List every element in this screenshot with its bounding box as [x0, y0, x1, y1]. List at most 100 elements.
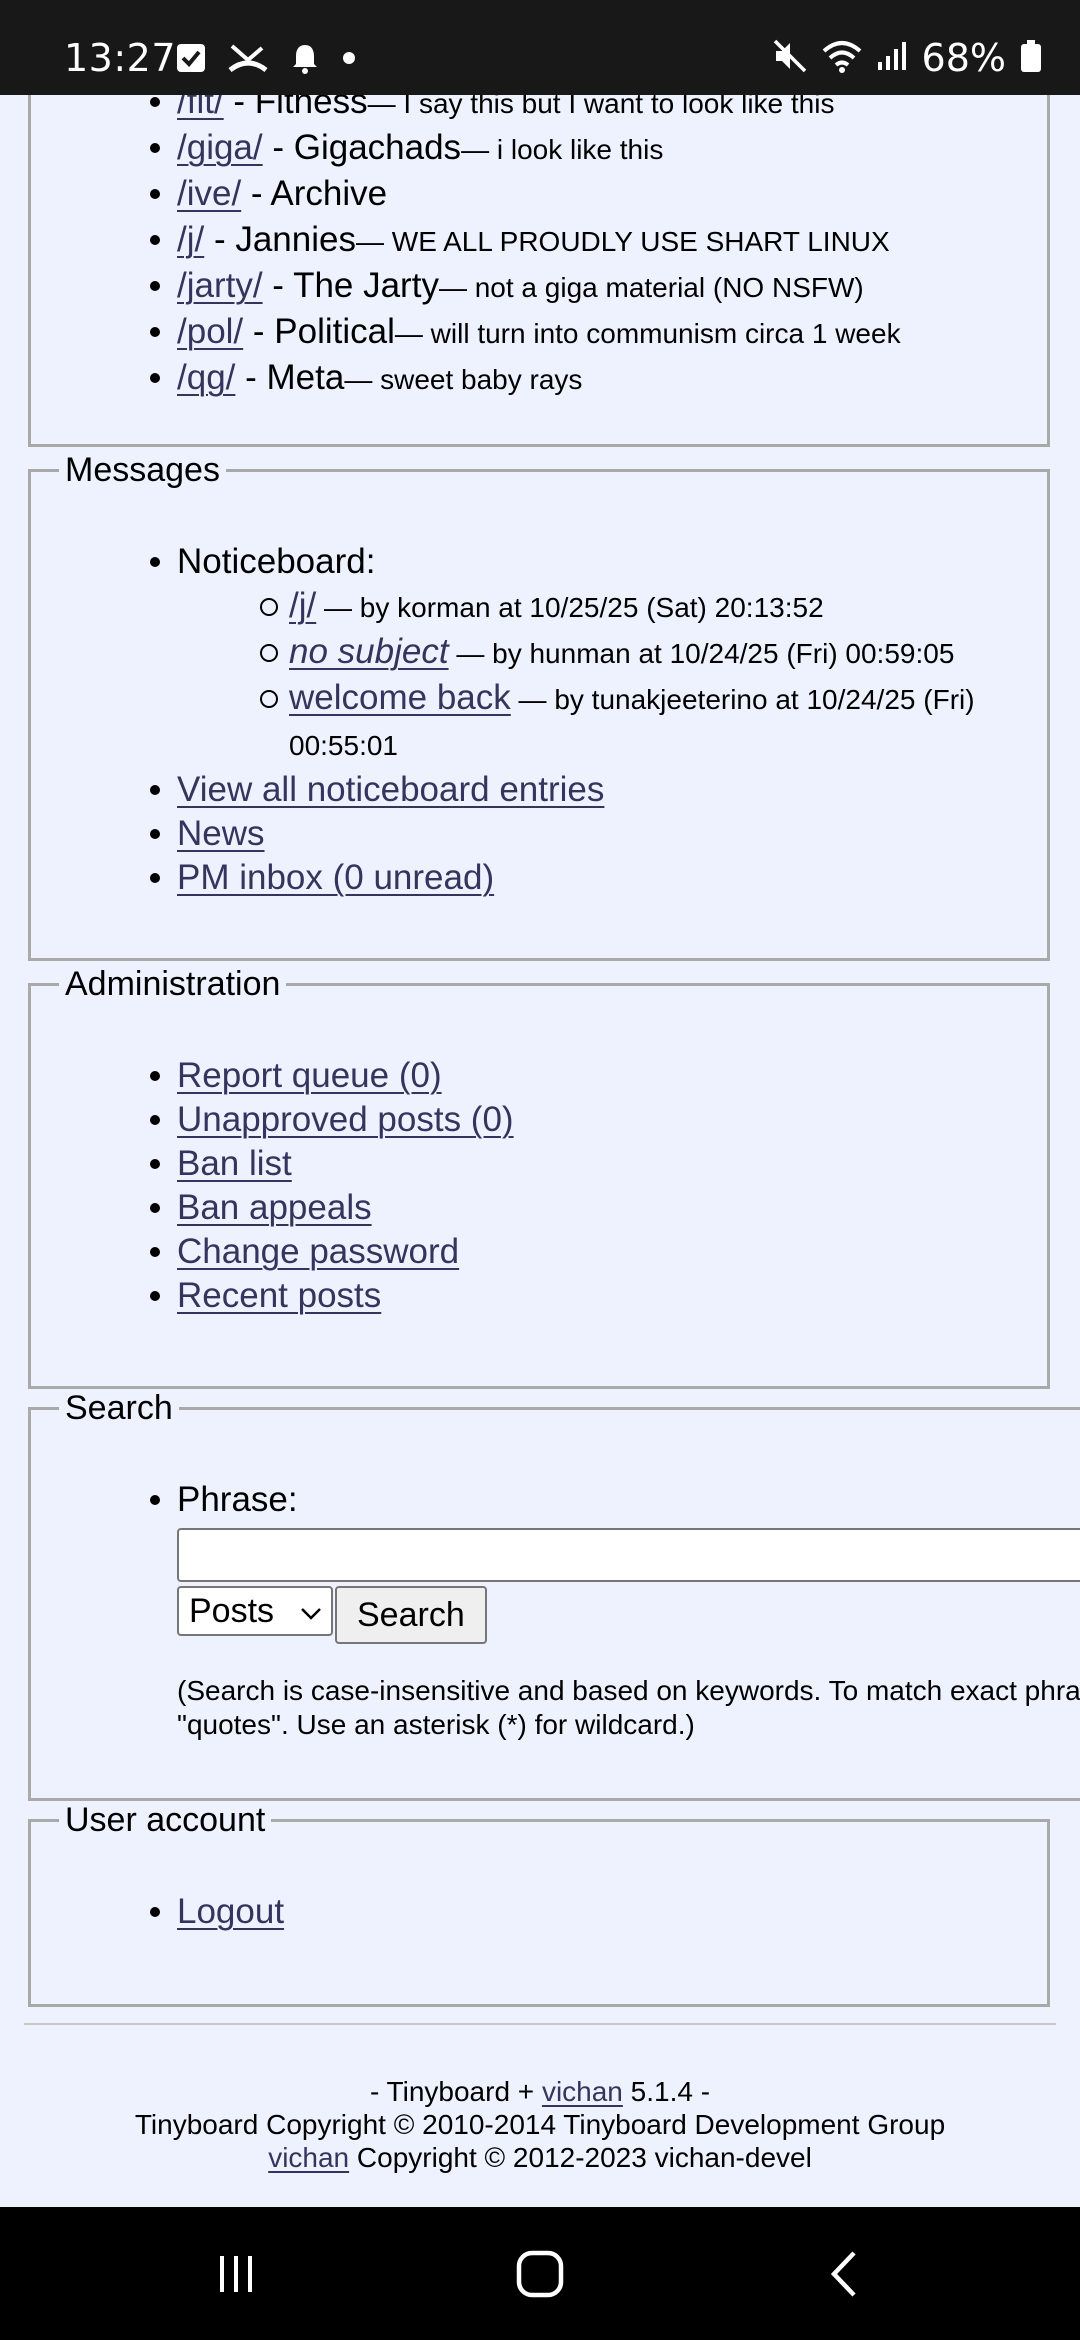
clock: 13:27: [64, 36, 177, 80]
recent-apps-icon[interactable]: [206, 2247, 266, 2301]
wifi-icon: [822, 39, 862, 78]
board-description: — sweet baby rays: [344, 364, 583, 395]
list-item: View all noticeboard entries: [150, 768, 1047, 812]
search-type-value: Posts: [189, 1592, 275, 1630]
board-link[interactable]: /fit/: [177, 95, 224, 121]
board-link[interactable]: /giga/: [177, 128, 263, 167]
user-account-legend: User account: [65, 1801, 266, 1839]
navigation-bar: [0, 2207, 1080, 2340]
list-item: Logout: [150, 1890, 1047, 1934]
list-item: Change password: [150, 1230, 1047, 1274]
ban-appeals-link[interactable]: Ban appeals: [177, 1188, 372, 1227]
mute-icon: [772, 38, 808, 79]
news-link[interactable]: News: [177, 814, 265, 853]
board-item: /j/ - Jannies— WE ALL PROUDLY USE SHART …: [150, 218, 1047, 264]
board-item: /giga/ - Gigachads— i look like this: [150, 126, 1047, 172]
board-description: — WE ALL PROUDLY USE SHART LINUX: [355, 226, 890, 257]
noticeboard-entries: /j/ — by korman at 10/25/25 (Sat) 20:13:…: [177, 584, 1047, 768]
board-description: — I say this but I want to look like thi…: [367, 95, 835, 119]
footer-version-line: - Tinyboard + vichan 5.1.4 -: [369, 2076, 711, 2107]
board-item: /fit/ - Fitness— I say this but I want t…: [150, 95, 1047, 126]
notification-icons: [176, 42, 356, 79]
unapproved-posts-link[interactable]: Unapproved posts (0): [177, 1100, 514, 1139]
view-all-noticeboard-link[interactable]: View all noticeboard entries: [177, 770, 604, 809]
noticeboard-label: Noticeboard:: [177, 542, 376, 581]
phrase-input[interactable]: [177, 1528, 1080, 1582]
home-icon[interactable]: [510, 2247, 570, 2301]
footer-copyright-line: Tinyboard Copyright © 2010-2014 Tinyboar…: [134, 2109, 946, 2140]
chevron-down-icon: [299, 1589, 323, 1633]
pm-inbox-link[interactable]: PM inbox (0 unread): [177, 858, 494, 897]
noticeboard-entry-meta: — by korman at 10/25/25 (Sat) 20:13:52: [316, 592, 824, 623]
board-description: — not a giga material (NO NSFW): [438, 272, 864, 303]
boards-box: /fit/ - Fitness— I say this but I want t…: [28, 95, 1050, 447]
board-item: /jarty/ - The Jarty— not a giga material…: [150, 264, 1047, 310]
board-description: — will turn into communism circa 1 week: [394, 318, 901, 349]
messages-box: Messages Noticeboard: /j/ — by korman at…: [28, 451, 1050, 961]
administration-list: Report queue (0) Unapproved posts (0) Ban …: [31, 1054, 1047, 1318]
search-list: Phrase: Posts Search (Search is case-ins…: [31, 1478, 1080, 1742]
logout-link[interactable]: Logout: [177, 1892, 284, 1931]
list-item: Unapproved posts (0): [150, 1098, 1047, 1142]
board-list: /fit/ - Fitness— I say this but I want t…: [31, 95, 1047, 402]
list-item: News: [150, 812, 1047, 856]
missed-call-icon: [228, 42, 268, 79]
back-icon[interactable]: [818, 2247, 868, 2301]
list-item: Report queue (0): [150, 1054, 1047, 1098]
board-title: Meta: [266, 358, 345, 397]
ban-list-link[interactable]: Ban list: [177, 1144, 292, 1183]
user-account-list: Logout: [31, 1890, 1047, 1934]
signal-icon: [876, 40, 908, 77]
search-type-select[interactable]: Posts: [177, 1586, 333, 1636]
phrase-label: Phrase:: [177, 1480, 298, 1519]
dot-icon: [342, 51, 356, 70]
board-link[interactable]: /jarty/: [177, 266, 263, 305]
footer-divider: [24, 2023, 1056, 2025]
noticeboard-entry-link[interactable]: no subject: [289, 632, 449, 671]
board-link[interactable]: /ive/: [177, 174, 241, 213]
board-item: /pol/ - Political— will turn into commun…: [150, 310, 1047, 356]
status-bar: 13:27 68%: [0, 0, 1080, 95]
messages-list: Noticeboard: /j/ — by korman at 10/25/25…: [31, 540, 1047, 900]
search-legend: Search: [65, 1389, 173, 1427]
battery-level: 68%: [921, 36, 1006, 80]
board-link[interactable]: /pol/: [177, 312, 243, 351]
messages-legend: Messages: [65, 451, 220, 489]
footer-vichan-line: vichan Copyright © 2012-2023 vichan-deve…: [268, 2142, 812, 2173]
board-title: Jannies: [235, 220, 356, 259]
change-password-link[interactable]: Change password: [177, 1232, 459, 1271]
noticeboard-entry: welcome back — by tunakjeeterino at 10/2…: [260, 676, 1047, 768]
footer: - Tinyboard + vichan 5.1.4 - Tinyboard C…: [0, 2075, 1080, 2174]
board-title: Archive: [270, 174, 388, 213]
noticeboard-entry: /j/ — by korman at 10/25/25 (Sat) 20:13:…: [260, 584, 1047, 630]
battery-icon: [1020, 39, 1042, 78]
search-box: Search Phrase: Posts Search (Search is c…: [28, 1389, 1080, 1801]
board-title: Gigachads: [293, 128, 462, 167]
noticeboard-item: Noticeboard: /j/ — by korman at 10/25/25…: [150, 540, 1047, 768]
checkbox-icon: [176, 43, 206, 78]
list-item: Recent posts: [150, 1274, 1047, 1318]
noticeboard-entry-link[interactable]: welcome back: [289, 678, 511, 717]
search-note: (Search is case-insensitive and based on…: [177, 1675, 1080, 1740]
administration-box: Administration Report queue (0) Unapprove…: [28, 965, 1050, 1389]
board-description: — i look like this: [461, 134, 664, 165]
noticeboard-entry-link[interactable]: /j/: [289, 586, 316, 625]
board-title: Political: [274, 312, 395, 351]
list-item: PM inbox (0 unread): [150, 856, 1047, 900]
bell-icon: [290, 42, 320, 79]
board-link[interactable]: /qg/: [177, 358, 235, 397]
list-item: Ban appeals: [150, 1186, 1047, 1230]
board-link[interactable]: /j/: [177, 220, 204, 259]
user-account-box: User account Logout: [28, 1801, 1050, 2007]
board-item: /qg/ - Meta— sweet baby rays: [150, 356, 1047, 402]
board-title: Fitness: [254, 95, 368, 121]
vichan-copyright-link[interactable]: vichan: [268, 2142, 349, 2173]
search-button[interactable]: Search: [335, 1586, 487, 1644]
list-item: Ban list: [150, 1142, 1047, 1186]
vichan-link[interactable]: vichan: [542, 2076, 623, 2107]
report-queue-link[interactable]: Report queue (0): [177, 1056, 442, 1095]
page-content: /fit/ - Fitness— I say this but I want t…: [0, 95, 1080, 2207]
administration-legend: Administration: [65, 965, 281, 1003]
phrase-item: Phrase: Posts Search (Search is case-ins…: [150, 1478, 1080, 1742]
recent-posts-link[interactable]: Recent posts: [177, 1276, 381, 1315]
